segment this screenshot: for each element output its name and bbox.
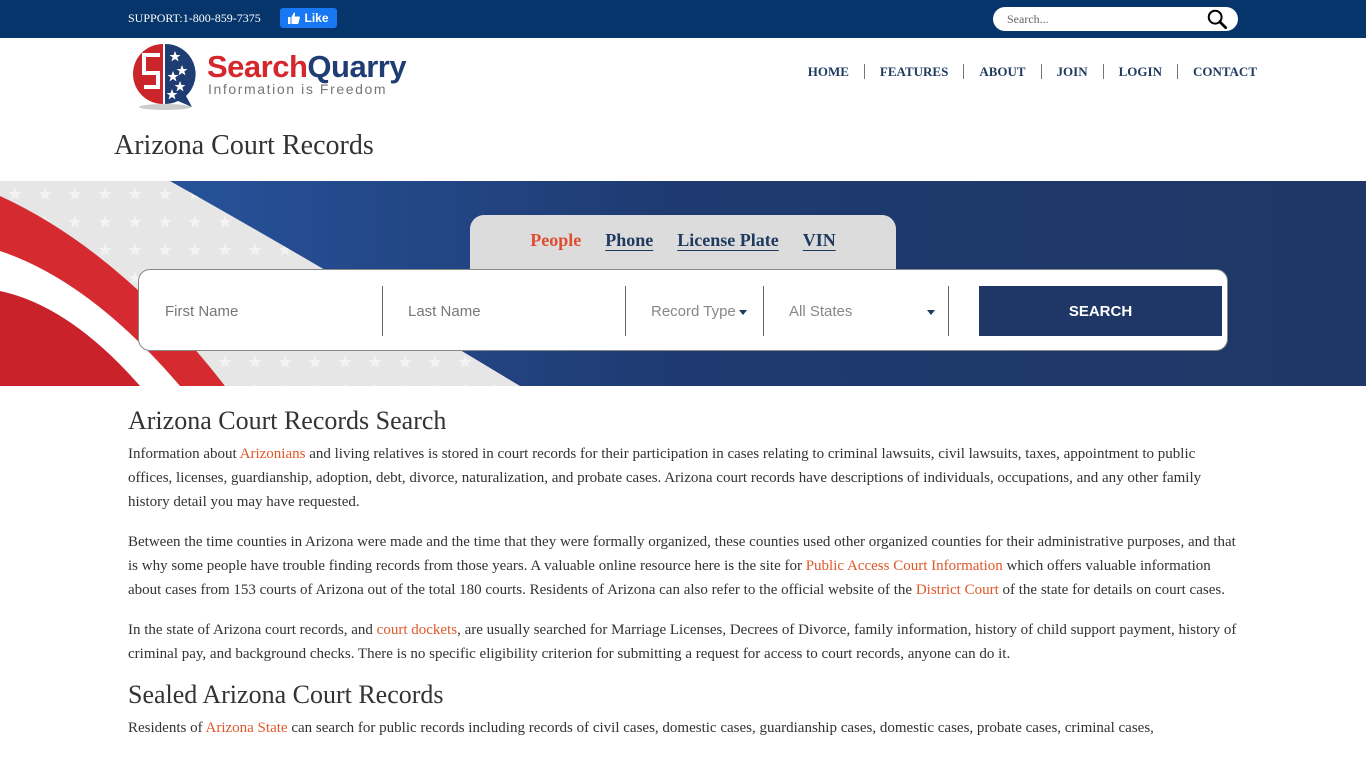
- support-phone: SUPPORT:1-800-859-7375: [128, 11, 261, 25]
- main-nav: HOME FEATURES ABOUT JOIN LOGIN CONTACT: [793, 64, 1272, 79]
- page-title: Arizona Court Records: [114, 130, 374, 161]
- logo-tagline: Information is Freedom: [208, 81, 388, 97]
- nav-features[interactable]: FEATURES: [863, 64, 963, 79]
- state-select[interactable]: All States: [789, 286, 935, 336]
- field-divider: [382, 286, 383, 336]
- search-type-tabs: People Phone License Plate VIN: [470, 215, 896, 271]
- section-heading: Arizona Court Records Search: [128, 406, 447, 435]
- nav-login[interactable]: LOGIN: [1102, 64, 1177, 79]
- site-search: [993, 7, 1238, 31]
- paragraph: In the state of Arizona court records, a…: [128, 622, 1237, 662]
- arizonians-link[interactable]: Arizonians: [240, 446, 306, 462]
- search-icon[interactable]: [1206, 8, 1228, 30]
- field-divider: [948, 286, 949, 336]
- paragraph: Between the time counties in Arizona wer…: [128, 534, 1236, 598]
- tab-phone[interactable]: Phone: [605, 230, 653, 271]
- chevron-down-icon: [927, 310, 935, 315]
- nav-contact[interactable]: CONTACT: [1176, 64, 1272, 79]
- record-type-label: Record Type: [651, 302, 736, 320]
- public-access-court-information-link[interactable]: Public Access Court Information: [806, 558, 1003, 574]
- article-content: Arizona Court Records Search Information…: [128, 404, 1240, 756]
- thumbs-up-icon: [288, 12, 301, 24]
- logo-emblem-icon: [133, 43, 196, 110]
- nav-about[interactable]: ABOUT: [963, 64, 1040, 79]
- arizona-state-link[interactable]: Arizona State: [206, 720, 288, 736]
- site-logo[interactable]: SearchQuarry Information is Freedom: [130, 41, 425, 111]
- nav-join[interactable]: JOIN: [1040, 64, 1103, 79]
- paragraph: Residents of Arizona State can search fo…: [128, 720, 1154, 736]
- field-divider: [625, 286, 626, 336]
- logo-wordmark: SearchQuarry: [207, 49, 407, 84]
- last-name-input[interactable]: [408, 302, 623, 320]
- first-name-field-wrap: [165, 286, 380, 336]
- facebook-like-label: Like: [304, 11, 329, 25]
- field-divider: [763, 286, 764, 336]
- tab-people[interactable]: People: [530, 230, 581, 271]
- top-bar: SUPPORT:1-800-859-7375 Like: [0, 0, 1366, 38]
- district-court-link[interactable]: District Court: [916, 582, 999, 598]
- site-search-input[interactable]: [1007, 10, 1197, 28]
- tab-license-plate[interactable]: License Plate: [677, 230, 778, 271]
- tab-vin[interactable]: VIN: [803, 230, 836, 271]
- search-button[interactable]: SEARCH: [979, 286, 1222, 336]
- people-search-form: Record Type All States SEARCH: [138, 269, 1228, 351]
- facebook-like-button[interactable]: Like: [280, 8, 337, 28]
- first-name-input[interactable]: [165, 302, 380, 320]
- state-select-label: All States: [789, 302, 853, 320]
- record-type-select[interactable]: Record Type: [651, 286, 763, 336]
- nav-home[interactable]: HOME: [793, 64, 864, 79]
- section-heading: Sealed Arizona Court Records: [128, 680, 444, 709]
- last-name-field-wrap: [408, 286, 623, 336]
- chevron-down-icon: [738, 309, 747, 315]
- paragraph: Information about Arizonians and living …: [128, 446, 1202, 510]
- court-dockets-link[interactable]: court dockets: [377, 622, 457, 638]
